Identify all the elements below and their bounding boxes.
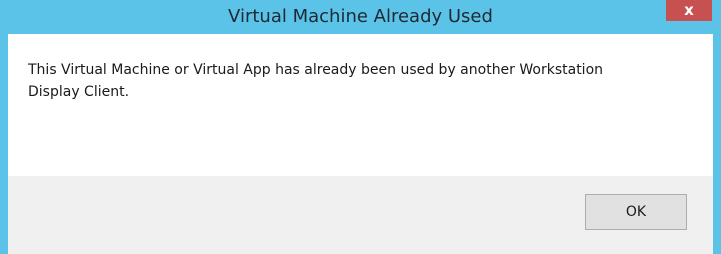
dialog-window: Virtual Machine Already Used x This Virt… [0, 0, 721, 254]
window-title: Virtual Machine Already Used [228, 6, 493, 27]
window-frame-right [713, 34, 721, 254]
title-bar[interactable]: Virtual Machine Already Used x [0, 0, 721, 34]
message-line-1: This Virtual Machine or Virtual App has … [28, 62, 604, 78]
window-frame-left [0, 34, 8, 254]
ok-button[interactable]: OK [585, 194, 687, 230]
close-icon: x [684, 1, 694, 19]
message-line-2: Display Client. [28, 84, 130, 100]
dialog-content [8, 34, 713, 176]
dialog-message: This Virtual Machine or Virtual App has … [28, 59, 688, 103]
dialog-footer: OK [8, 176, 713, 254]
close-button[interactable]: x [666, 0, 712, 21]
